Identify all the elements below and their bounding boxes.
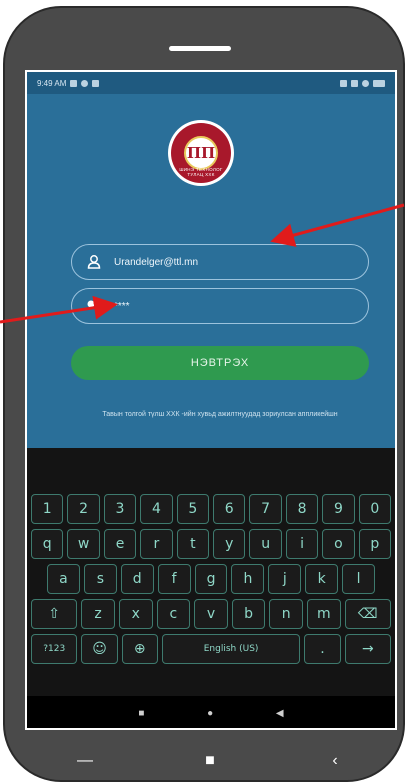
keyboard-row-space: ?123 ☺ ⊕ English (US) . → — [31, 634, 392, 664]
language-globe-key[interactable]: ⊕ — [121, 634, 158, 664]
status-bar: 9:49 AM — [27, 72, 395, 94]
notification-icon — [70, 79, 78, 87]
space-key[interactable]: English (US) — [161, 634, 301, 664]
key[interactable]: c — [156, 599, 191, 629]
emoji-key[interactable]: ☺ — [81, 634, 118, 664]
soft-keyboard: 1 2 3 4 5 6 7 8 9 0 q w e r t y u i o p … — [27, 448, 395, 696]
keyboard-row-bottom: ⇧ z x c v b n m ⌫ — [31, 599, 391, 629]
back-button-icon[interactable]: ‹ — [315, 752, 355, 770]
logo-emblem: ΠΠ — [184, 136, 218, 170]
key[interactable]: y — [213, 529, 246, 559]
key[interactable]: 0 — [358, 494, 392, 524]
shift-key[interactable]: ⇧ — [31, 599, 78, 629]
key[interactable]: g — [194, 564, 228, 594]
key[interactable]: x — [118, 599, 153, 629]
key[interactable]: 5 — [176, 494, 210, 524]
key[interactable]: a — [47, 564, 80, 594]
symbols-key[interactable]: ?123 — [31, 634, 78, 664]
key[interactable]: 8 — [285, 494, 319, 524]
phone-frame: 9:49 AM ΠΠ ШИНЭ ТЕХНОЛОГ ТУЛАЦ ХХК Urand… — [3, 6, 405, 782]
status-time: 9:49 AM — [37, 78, 67, 88]
email-field[interactable]: Urandelger@ttl.mn — [71, 244, 369, 280]
logo-text: ШИНЭ ТЕХНОЛОГ ТУЛАЦ ХХК — [179, 167, 223, 177]
login-button[interactable]: НЭВТРЭХ — [71, 346, 369, 380]
notification-icon — [81, 79, 89, 87]
speaker-grille — [169, 46, 231, 51]
key[interactable]: 7 — [249, 494, 282, 524]
recent-apps-icon[interactable]: ■ — [138, 708, 144, 719]
key[interactable]: p — [358, 529, 392, 559]
key[interactable]: s — [83, 564, 117, 594]
key[interactable]: t — [176, 529, 210, 559]
home-button-icon[interactable]: ■ — [190, 752, 230, 770]
key[interactable]: k — [305, 564, 339, 594]
key[interactable]: r — [140, 529, 173, 559]
backspace-key[interactable]: ⌫ — [344, 599, 391, 629]
key[interactable]: u — [249, 529, 282, 559]
key[interactable]: j — [268, 564, 302, 594]
key[interactable]: l — [342, 564, 376, 594]
key[interactable]: e — [103, 529, 137, 559]
keyboard-row-middle: a s d f g h j k l — [47, 564, 376, 594]
phone-hardware-nav: — ■ ‹ — [65, 746, 355, 776]
key[interactable]: o — [322, 529, 355, 559]
app-caption: Тавын толгой түлш ХХК -ийн хувьд ажилтну… — [102, 411, 338, 418]
key[interactable]: w — [67, 529, 100, 559]
key[interactable]: q — [31, 529, 64, 559]
menu-icon[interactable]: — — [65, 752, 105, 770]
signal-icon — [351, 79, 358, 87]
key[interactable]: f — [157, 564, 191, 594]
android-nav-bar: ■ ● ◀ — [27, 696, 395, 728]
key[interactable]: n — [269, 599, 304, 629]
key-icon — [87, 300, 101, 308]
key[interactable]: z — [81, 599, 115, 629]
user-icon — [87, 255, 101, 269]
signal-icon — [340, 79, 347, 87]
device-screen: 9:49 AM ΠΠ ШИНЭ ТЕХНОЛОГ ТУЛАЦ ХХК Urand… — [25, 70, 397, 730]
enter-key[interactable]: → — [344, 634, 392, 664]
keyboard-row-top: q w e r t y u i o p — [31, 529, 392, 559]
back-icon[interactable]: ◀ — [276, 708, 284, 719]
password-value: **** — [114, 300, 130, 312]
password-field[interactable]: **** — [71, 288, 369, 324]
wifi-icon — [362, 79, 369, 87]
key[interactable]: h — [231, 564, 265, 594]
company-logo: ΠΠ ШИНЭ ТЕХНОЛОГ ТУЛАЦ ХХК — [168, 120, 234, 186]
key[interactable]: 4 — [140, 494, 173, 524]
key[interactable]: 2 — [67, 494, 100, 524]
key[interactable]: d — [120, 564, 154, 594]
home-icon[interactable]: ● — [207, 708, 213, 719]
battery-icon — [373, 79, 385, 87]
key[interactable]: 3 — [103, 494, 137, 524]
keyboard-row-numbers: 1 2 3 4 5 6 7 8 9 0 — [31, 494, 392, 524]
login-screen: 9:49 AM ΠΠ ШИНЭ ТЕХНОЛОГ ТУЛАЦ ХХК Urand… — [27, 72, 395, 448]
notification-icon — [92, 79, 100, 87]
key[interactable]: m — [307, 599, 341, 629]
email-value: Urandelger@ttl.mn — [114, 256, 199, 268]
key[interactable]: 9 — [322, 494, 355, 524]
period-key[interactable]: . — [304, 634, 341, 664]
key[interactable]: i — [285, 529, 319, 559]
key[interactable]: 1 — [31, 494, 64, 524]
key[interactable]: b — [231, 599, 266, 629]
key[interactable]: 6 — [213, 494, 246, 524]
key[interactable]: v — [194, 599, 228, 629]
